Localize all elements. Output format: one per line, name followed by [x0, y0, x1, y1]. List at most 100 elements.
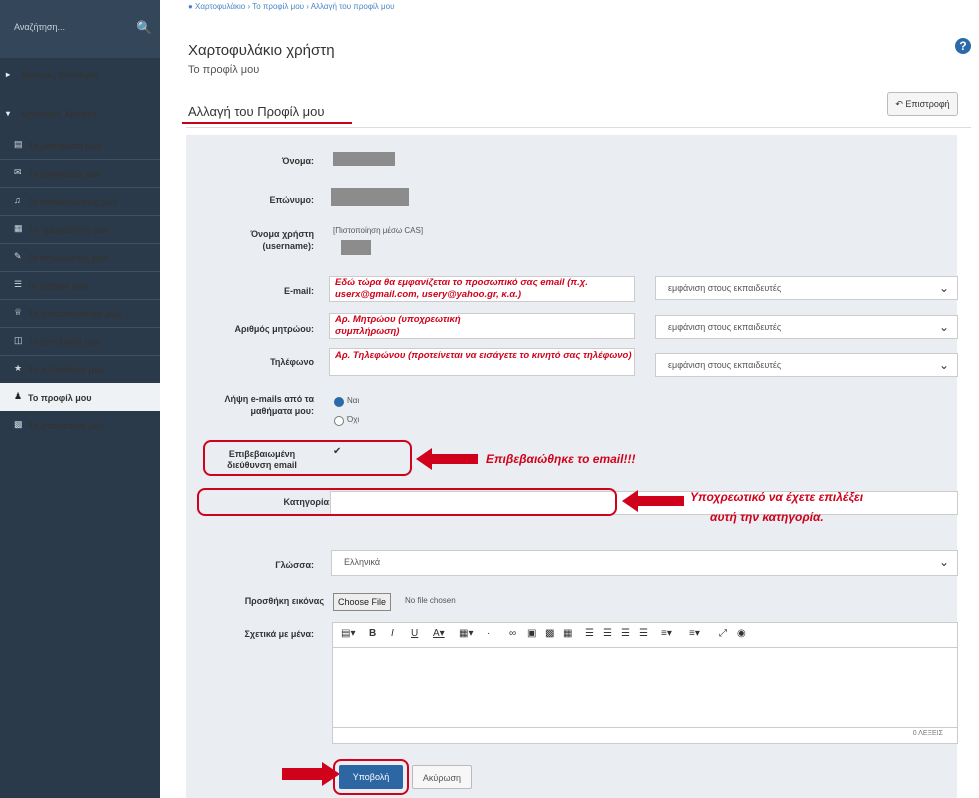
category-note-2: αυτή την κατηγορία.	[710, 510, 824, 524]
section-underline	[182, 122, 352, 124]
separator-icon: ·	[487, 628, 491, 639]
help-icon[interactable]: ?	[955, 38, 971, 54]
fullscreen-icon[interactable]: ⤢	[719, 628, 727, 639]
arrow-left-icon	[622, 490, 684, 512]
align-center-icon[interactable]: ☰	[603, 628, 612, 639]
align-right-icon[interactable]: ☰	[621, 628, 630, 639]
highlight-box-submit	[333, 759, 409, 795]
star-icon: ★	[14, 363, 23, 373]
select-value: εμφάνιση στους εκπαιδευτές	[668, 360, 782, 370]
editor-footer: 0 ΛΕΞΕΙΣ	[332, 728, 958, 744]
surname-label: Επώνυμο:	[269, 195, 315, 205]
sidebar-item-courses[interactable]: ▤ Τα μαθήματά μου	[0, 131, 160, 159]
sidebar-item-certificates[interactable]: ♕ Τα πιστοποιητικά μου	[0, 299, 160, 327]
email-visibility-select[interactable]: εμφάνιση στους εκπαιδευτές ⌄	[655, 276, 958, 300]
sidebar-item-label: Οι βαθμοί μου	[28, 281, 89, 291]
sidebar-search[interactable]: Αναζήτηση... 🔍	[0, 0, 160, 58]
sidebar-group-user[interactable]: ▾ Επιλογές Χρήστη	[0, 97, 160, 131]
page-subtitle: Το προφίλ μου	[188, 64, 260, 76]
align-left-icon[interactable]: ☰	[585, 628, 594, 639]
highlight-box-category	[197, 488, 617, 516]
name-label: Όνομα:	[282, 156, 314, 166]
am-label: Αριθμός μητρώου:	[234, 324, 314, 334]
align-justify-icon[interactable]: ☰	[639, 628, 648, 639]
editor-toolbar: ▤▾ B I U A▾ ▦▾ · ∞ ▣ ▩ ▦ ☰ ☰ ☰ ☰ ≡▾ ≡▾ ⤢…	[332, 622, 958, 648]
sidebar-item-label: Το e-Portfolio μου	[28, 365, 105, 375]
chevron-down-icon: ▾	[6, 109, 11, 118]
receive-emails-label: Λήψη e-mails από τα μαθήματα μου:	[224, 394, 314, 416]
radio-yes-label: Ναι	[347, 396, 360, 405]
envelope-icon: ✉	[14, 167, 22, 177]
chart-icon: ▩	[14, 419, 23, 429]
trophy-icon: ♕	[14, 307, 23, 317]
font-color-icon[interactable]: A▾	[433, 628, 445, 639]
sidebar-item-messages[interactable]: ✉ Τα μηνύματά μου	[0, 159, 160, 187]
bullet-list-icon[interactable]: ≡▾	[661, 628, 672, 639]
sidebar-item-calendar[interactable]: ▦ Το ημερολόγιό μου	[0, 215, 160, 243]
page-title: Χαρτοφυλάκιο χρήστη	[188, 42, 335, 59]
sidebar-item-grades[interactable]: ☰ Οι βαθμοί μου	[0, 271, 160, 299]
phone-note: Αρ. Τηλεφώνου (προτείνεται να εισάγετε τ…	[335, 350, 632, 361]
about-editor[interactable]	[332, 648, 958, 728]
preview-icon[interactable]: ◉	[737, 628, 746, 639]
phone-visibility-select[interactable]: εμφάνιση στους εκπαιδευτές ⌄	[655, 353, 958, 377]
back-button[interactable]: ↶ Επιστροφή	[887, 92, 958, 116]
radio-no[interactable]	[334, 416, 344, 426]
back-arrow-icon: ↶	[895, 99, 903, 109]
sidebar-item-statistics[interactable]: ▩ Τα στατιστικά μου	[0, 411, 160, 439]
underline-icon[interactable]: U	[411, 628, 418, 639]
sidebar-item-blog[interactable]: ◫ Το ιστολόγιό μου	[0, 327, 160, 355]
am-note: Αρ. Μητρώου (υποχρεωτική συμπλήρωση)	[335, 314, 461, 337]
sidebar-item-label: Το προφίλ μου	[28, 393, 92, 403]
phone-label: Τηλέφωνο	[270, 357, 314, 367]
search-input[interactable]: Αναζήτηση...	[14, 22, 65, 32]
username-value	[341, 240, 371, 255]
arrow-left-icon	[416, 448, 478, 470]
sidebar-item-label: Το ημερολόγιό μου	[28, 225, 110, 235]
link-icon[interactable]: ∞	[509, 628, 516, 639]
category-note-1: Υποχρεωτικό να έχετε επιλέξει	[690, 490, 864, 504]
username-note: [Πιστοποίηση μέσω CAS]	[333, 226, 424, 235]
sidebar-item-label: Οι σημειώσεις μου	[28, 253, 108, 263]
paragraph-icon[interactable]: ▤▾	[341, 628, 355, 639]
table-icon[interactable]: ▦	[563, 628, 572, 639]
radio-no-label: Όχι	[347, 415, 360, 424]
cancel-button[interactable]: Ακύρωση	[412, 765, 472, 789]
username-label: Όνομα χρήστη (username):	[250, 229, 314, 251]
bold-icon[interactable]: B	[369, 628, 376, 639]
select-value: Ελληνικά	[344, 557, 381, 567]
highlight-icon[interactable]: ▦▾	[459, 628, 473, 639]
file-status: No file chosen	[405, 596, 456, 605]
language-select[interactable]: Ελληνικά ⌄	[331, 550, 958, 576]
sidebar-item-label: Το ιστολόγιό μου	[28, 337, 101, 347]
sidebar-item-profile[interactable]: ♟ Το προφίλ μου	[0, 383, 160, 411]
sidebar-item-announcements[interactable]: ♫ Οι ανακοινώσεις μου	[0, 187, 160, 215]
sidebar-group-label: Επιλογές Χρήστη	[22, 109, 97, 119]
word-count: 0 ΛΕΞΕΙΣ	[912, 730, 943, 737]
image-label: Προσθήκη εικόνας	[244, 596, 324, 606]
radio-yes[interactable]	[334, 397, 344, 407]
am-visibility-select[interactable]: εμφάνιση στους εκπαιδευτές ⌄	[655, 315, 958, 339]
sidebar-item-eportfolio[interactable]: ★ Το e-Portfolio μου	[0, 355, 160, 383]
arrow-right-icon	[282, 762, 340, 786]
chevron-right-icon: ▸	[6, 70, 11, 79]
search-icon[interactable]: 🔍	[136, 20, 152, 36]
chevron-down-icon: ⌄	[938, 281, 949, 295]
sidebar: Αναζήτηση... 🔍 ▸ Βασικές Επιλογές ▾ Επιλ…	[0, 0, 160, 798]
sidebar-group-basic[interactable]: ▸ Βασικές Επιλογές	[0, 58, 160, 92]
sidebar-item-label: Τα πιστοποιητικά μου	[28, 309, 122, 319]
breadcrumb[interactable]: ● Χαρτοφυλάκιο › Το προφίλ μου › Αλλαγή …	[188, 2, 394, 11]
divider	[186, 127, 971, 128]
chevron-down-icon: ⌄	[938, 358, 949, 372]
numbered-list-icon[interactable]: ≡▾	[689, 628, 700, 639]
sidebar-item-notes[interactable]: ✎ Οι σημειώσεις μου	[0, 243, 160, 271]
image-icon[interactable]: ▣	[527, 628, 536, 639]
blog-icon: ◫	[14, 335, 23, 345]
book-icon: ▤	[14, 139, 23, 149]
grades-icon: ☰	[14, 279, 23, 289]
chevron-down-icon: ⌄	[938, 320, 949, 334]
italic-icon[interactable]: I	[391, 628, 394, 639]
choose-file-button[interactable]: Choose File	[333, 593, 392, 611]
media-icon[interactable]: ▩	[545, 628, 554, 639]
language-label: Γλώσσα:	[275, 560, 314, 570]
